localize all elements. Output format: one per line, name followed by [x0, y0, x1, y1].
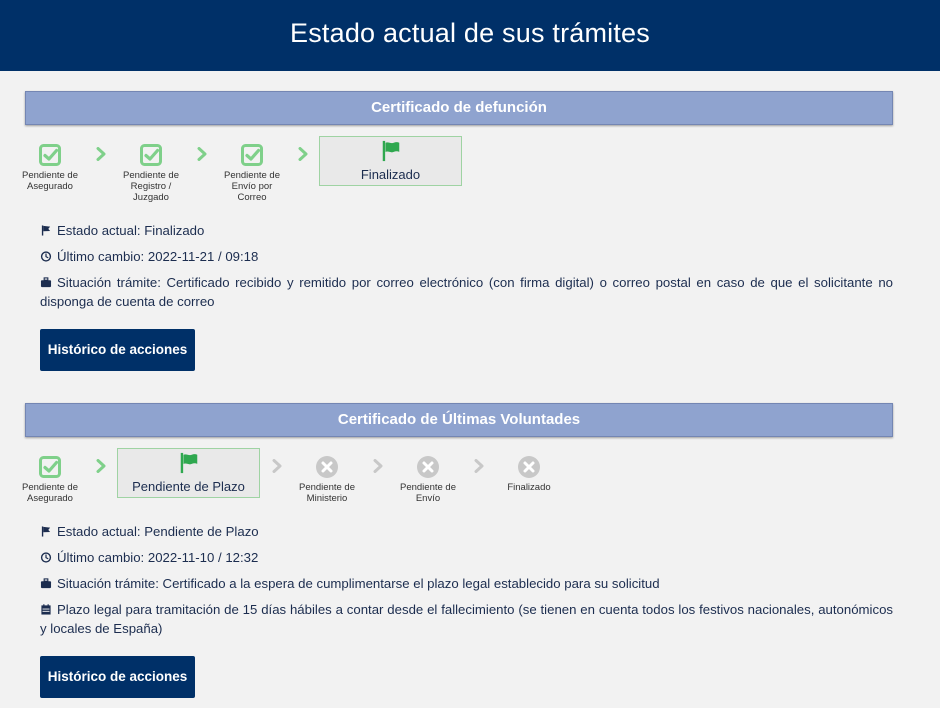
- step-pendiente-registro: Pendiente de Registro / Juzgado: [116, 143, 186, 203]
- clock-icon: [40, 552, 52, 563]
- chevron-right-icon: [373, 459, 383, 473]
- estado-actual: Estado actual: Pendiente de Plazo: [40, 522, 893, 541]
- step-label: Pendiente de Envío: [400, 482, 456, 504]
- check-square-icon: [38, 143, 62, 167]
- flag-icon: [178, 452, 200, 474]
- step-label: Pendiente de Registro / Juzgado: [123, 170, 179, 203]
- step-label: Pendiente de Plazo: [132, 479, 245, 494]
- page-title: Estado actual de sus trámites: [290, 18, 650, 48]
- ultimo-cambio: Último cambio: 2022-11-10 / 12:32: [40, 548, 893, 567]
- small-flag-icon: [40, 225, 52, 236]
- estado-actual-text: Estado actual: Pendiente de Plazo: [57, 524, 259, 539]
- situacion-tramite-text: Situación trámite: Certificado a la espe…: [57, 576, 660, 591]
- step-pendiente-envio-correo: Pendiente de Envío por Correo: [217, 143, 287, 203]
- small-flag-icon: [40, 526, 52, 537]
- ultimo-cambio-text: Último cambio: 2022-11-21 / 09:18: [57, 249, 259, 264]
- flag-icon: [380, 140, 402, 162]
- chevron-right-icon: [197, 147, 207, 161]
- situacion-tramite: Situación trámite: Certificado recibido …: [40, 273, 893, 311]
- step-pendiente-plazo-current: Pendiente de Plazo: [117, 448, 260, 498]
- briefcase-icon: [40, 277, 52, 288]
- historico-acciones-button[interactable]: Histórico de acciones: [40, 656, 195, 698]
- step-pendiente-asegurado: Pendiente de Asegurado: [15, 455, 85, 504]
- step-pendiente-envio: Pendiente de Envío: [393, 455, 463, 504]
- page-header: Estado actual de sus trámites: [0, 0, 940, 71]
- x-circle-icon: [517, 455, 541, 479]
- step-label: Pendiente de Ministerio: [299, 482, 355, 504]
- calendar-icon: [40, 604, 52, 615]
- plazo-legal: Plazo legal para tramitación de 15 días …: [40, 600, 893, 638]
- step-label: Finalizado: [507, 482, 551, 493]
- situacion-tramite-text: Situación trámite: Certificado recibido …: [40, 275, 893, 309]
- step-label: Pendiente de Asegurado: [22, 482, 78, 504]
- section-title-defuncion: Certificado de defunción: [25, 91, 893, 125]
- chevron-right-icon: [298, 147, 308, 161]
- chevron-right-icon: [474, 459, 484, 473]
- step-finalizado-current: Finalizado: [319, 136, 462, 186]
- x-circle-icon: [315, 455, 339, 479]
- chevron-right-icon: [272, 459, 282, 473]
- briefcase-icon: [40, 578, 52, 589]
- ultimo-cambio-text: Último cambio: 2022-11-10 / 12:32: [57, 550, 259, 565]
- check-square-icon: [38, 455, 62, 479]
- step-label: Finalizado: [360, 167, 421, 182]
- clock-icon: [40, 251, 52, 262]
- ultimo-cambio: Último cambio: 2022-11-21 / 09:18: [40, 247, 893, 266]
- chevron-right-icon: [96, 147, 106, 161]
- step-pendiente-ministerio: Pendiente de Ministerio: [292, 455, 362, 504]
- plazo-legal-text: Plazo legal para tramitación de 15 días …: [40, 602, 893, 636]
- estado-actual: Estado actual: Finalizado: [40, 221, 893, 240]
- step-finalizado: Finalizado: [494, 455, 564, 493]
- situacion-tramite: Situación trámite: Certificado a la espe…: [40, 574, 893, 593]
- check-square-icon: [139, 143, 163, 167]
- x-circle-icon: [416, 455, 440, 479]
- step-pendiente-asegurado: Pendiente de Asegurado: [15, 143, 85, 192]
- check-square-icon: [240, 143, 264, 167]
- section-title-ultimas-voluntades: Certificado de Últimas Voluntades: [25, 403, 893, 437]
- step-label: Pendiente de Envío por Correo: [224, 170, 280, 203]
- estado-actual-text: Estado actual: Finalizado: [57, 223, 205, 238]
- historico-acciones-button[interactable]: Histórico de acciones: [40, 329, 195, 371]
- step-label: Pendiente de Asegurado: [22, 170, 78, 192]
- chevron-right-icon: [96, 459, 106, 473]
